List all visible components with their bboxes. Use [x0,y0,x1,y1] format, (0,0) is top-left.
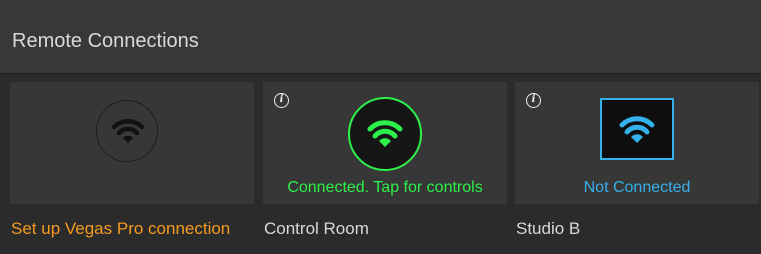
control-room-tile[interactable]: i Connected. Tap for controls [263,82,507,204]
wifi-icon [367,120,403,147]
setup-connection-label[interactable]: Set up Vegas Pro connection [11,219,251,238]
header-bar: Remote Connections [0,0,761,74]
setup-connection-tile[interactable] [10,82,254,204]
connection-status: Not Connected [583,179,691,196]
wifi-square-disconnected [600,98,674,160]
studio-b-label: Studio B [516,219,581,238]
info-icon[interactable]: i [274,93,289,108]
page-title: Remote Connections [12,30,199,52]
control-room-label: Control Room [264,219,369,238]
wifi-circle [96,100,158,162]
wifi-icon [111,119,145,143]
wifi-circle-connected [348,97,422,171]
studio-b-tile[interactable]: i Not Connected [515,82,759,204]
info-icon[interactable]: i [526,93,541,108]
connection-status: Connected. Tap for controls [287,179,483,196]
wifi-icon [619,116,655,143]
